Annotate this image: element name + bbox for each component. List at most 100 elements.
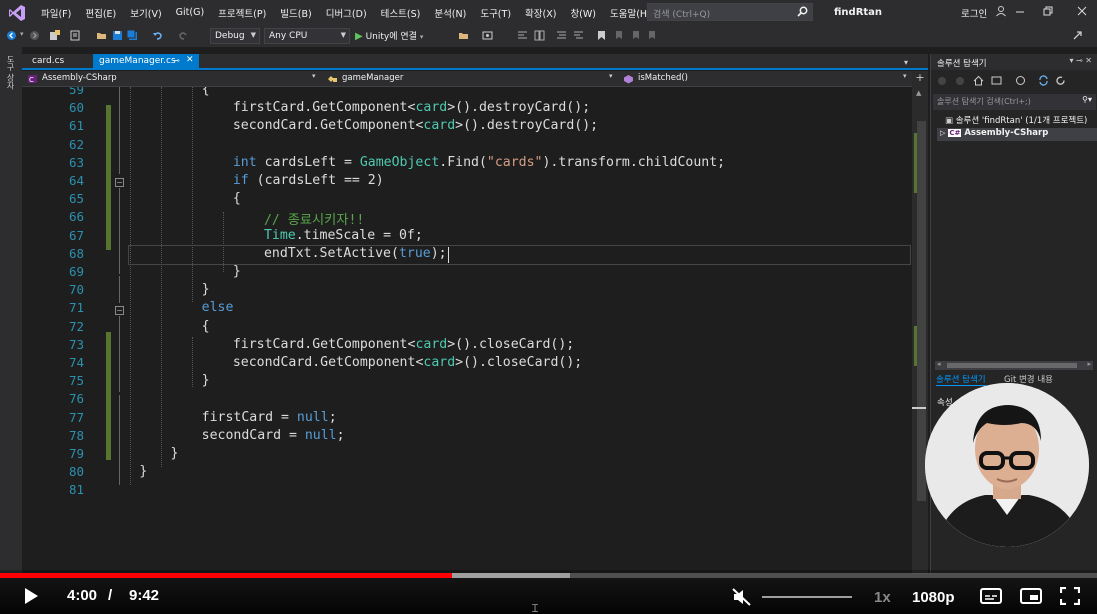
project-tree-item[interactable]: ▷ C# Assembly-CSharp <box>937 128 1097 141</box>
refresh-icon[interactable] <box>1055 75 1066 86</box>
menu-git[interactable]: Git(G) <box>169 7 212 18</box>
format-icon[interactable] <box>517 30 528 41</box>
sync-icon[interactable] <box>1038 75 1049 86</box>
quality-setting[interactable]: 1080p <box>912 589 955 606</box>
close-icon[interactable]: ✕ <box>186 55 194 65</box>
home-icon[interactable] <box>973 75 984 86</box>
member-dropdown[interactable]: isMatched() <box>618 72 910 86</box>
menu-view[interactable]: 보기(V) <box>123 6 168 20</box>
tabs-dropdown-icon[interactable]: ▾ <box>904 58 908 67</box>
scroll-left-icon[interactable]: ◂ <box>937 360 941 368</box>
toolbox-tab[interactable]: 도구 상자 <box>6 55 16 90</box>
menu-window[interactable]: 창(W) <box>563 6 603 20</box>
next-bookmark-icon[interactable] <box>630 30 641 41</box>
tab-solution-explorer[interactable]: 솔루션 탐색기 <box>936 373 986 386</box>
miniplayer-icon[interactable] <box>1020 587 1042 605</box>
menu-debug[interactable]: 디버그(D) <box>319 6 374 20</box>
code-line[interactable]: 75} <box>22 373 912 391</box>
uncomment-icon[interactable] <box>573 30 584 41</box>
scroll-right-icon[interactable]: ▸ <box>1087 360 1091 368</box>
menu-file[interactable]: 파일(F) <box>34 6 78 20</box>
scroll-up-icon[interactable]: ▲ <box>916 89 921 97</box>
bookmark-icon[interactable] <box>596 30 607 41</box>
menu-tools[interactable]: 도구(T) <box>473 6 518 20</box>
save-all-icon[interactable] <box>127 30 138 41</box>
code-line[interactable]: 70} <box>22 282 912 300</box>
play-icon[interactable] <box>22 586 40 606</box>
menu-test[interactable]: 테스트(S) <box>374 6 428 20</box>
live-share-icon[interactable] <box>1072 30 1083 41</box>
code-line[interactable]: 72 { <box>22 319 912 337</box>
restore-icon[interactable] <box>1041 4 1055 18</box>
muted-volume-icon[interactable] <box>732 588 752 606</box>
switch-views-icon[interactable] <box>991 75 1002 86</box>
code-line[interactable]: 61 secondCard.GetComponent<card>().destro… <box>22 118 912 136</box>
tab-gamemanager-cs[interactable]: gameManager.cs ⊸ ✕ <box>93 54 199 70</box>
code-line[interactable]: 78 secondCard = null; <box>22 428 912 446</box>
browse-folder-icon[interactable] <box>458 30 469 41</box>
code-editor[interactable]: − − 59{60 firstCard.GetComponent<card>().… <box>22 87 912 574</box>
volume-slider[interactable] <box>762 596 852 598</box>
login-link[interactable]: 로그인 <box>961 6 987 20</box>
pending-changes-filter-icon[interactable] <box>1015 75 1026 86</box>
code-line[interactable]: 80} <box>22 464 912 482</box>
save-icon[interactable] <box>112 30 123 41</box>
editor-scrollbar[interactable]: ▲ + <box>912 71 928 574</box>
code-line[interactable]: 76 <box>22 391 912 409</box>
visual-studio-logo-icon[interactable] <box>0 0 34 25</box>
code-line[interactable]: 77 firstCard = null; <box>22 410 912 428</box>
solution-search-input[interactable]: 솔루션 탐색기 검색(Ctrl+;) ⚲▾ <box>933 94 1096 110</box>
code-line[interactable]: 69} <box>22 264 912 282</box>
menu-build[interactable]: 빌드(B) <box>273 6 318 20</box>
code-line[interactable]: 71 else <box>22 300 912 318</box>
class-dropdown[interactable]: gameManager <box>322 72 618 86</box>
project-dropdown[interactable]: C Assembly-CSharp <box>22 72 322 86</box>
open-folder-icon[interactable] <box>96 30 107 41</box>
code-line[interactable]: 66 // 종료시키자!! <box>22 209 912 228</box>
close-window-icon[interactable] <box>1075 4 1089 18</box>
new-project-icon[interactable] <box>49 30 60 41</box>
forward-icon[interactable] <box>29 30 40 41</box>
code-line[interactable]: 64 if (cardsLeft == 2) <box>22 173 912 191</box>
scroll-thumb[interactable] <box>917 121 926 501</box>
redo-icon[interactable] <box>178 30 189 41</box>
code-line[interactable]: 65 { <box>22 191 912 209</box>
attach-unity-button[interactable]: ▶ Unity에 연결 ▾ <box>355 29 423 43</box>
screenshot-icon[interactable] <box>482 30 493 41</box>
scroll-thumb[interactable] <box>947 363 1077 368</box>
new-item-icon[interactable] <box>70 30 81 41</box>
code-line[interactable]: 81 <box>22 482 912 500</box>
undo-icon[interactable] <box>152 30 163 41</box>
split-icon[interactable]: + <box>913 71 927 85</box>
user-icon[interactable] <box>995 5 1007 17</box>
playback-speed[interactable]: 1x <box>874 589 891 606</box>
code-line[interactable]: 67 Time.timeScale = 0f; <box>22 228 912 246</box>
code-line[interactable]: 60 firstCard.GetComponent<card>().destroy… <box>22 100 912 118</box>
panel-horizontal-scrollbar[interactable]: ◂ ▸ <box>935 360 1093 370</box>
code-line[interactable]: 68 endTxt.SetActive(true); <box>22 246 912 264</box>
menu-extensions[interactable]: 확장(X) <box>518 6 563 20</box>
menu-project[interactable]: 프로젝트(P) <box>211 6 273 20</box>
code-line[interactable]: 79} <box>22 446 912 464</box>
forward-icon[interactable] <box>955 76 965 86</box>
clear-bookmarks-icon[interactable] <box>646 30 657 41</box>
code-line[interactable]: 73 firstCard.GetComponent<card>().closeCa… <box>22 337 912 355</box>
expand-icon[interactable]: ▷ <box>940 129 945 137</box>
menu-analyze[interactable]: 분석(N) <box>427 6 473 20</box>
fullscreen-icon[interactable] <box>1060 587 1080 605</box>
menu-edit[interactable]: 편집(E) <box>78 6 123 20</box>
code-line[interactable]: 63 int cardsLeft = GameObject.Find("cards… <box>22 155 912 173</box>
pin-icon[interactable]: ⊸ <box>173 56 180 65</box>
subtitles-icon[interactable] <box>980 587 1002 605</box>
comment-icon[interactable] <box>556 30 567 41</box>
platform-select[interactable]: Any CPU ▼ <box>264 28 350 44</box>
minimize-icon[interactable] <box>1013 4 1027 18</box>
outline-icon[interactable] <box>534 30 545 41</box>
panel-header-buttons[interactable]: ▾ ⊸ ✕ <box>1069 56 1092 65</box>
code-line[interactable]: 59 { <box>22 87 912 100</box>
code-line[interactable]: 62 <box>22 137 912 155</box>
progress-bar[interactable] <box>0 573 1097 578</box>
configuration-select[interactable]: Debug ▼ <box>210 28 260 44</box>
prev-bookmark-icon[interactable] <box>613 30 624 41</box>
back-icon[interactable] <box>937 76 947 86</box>
